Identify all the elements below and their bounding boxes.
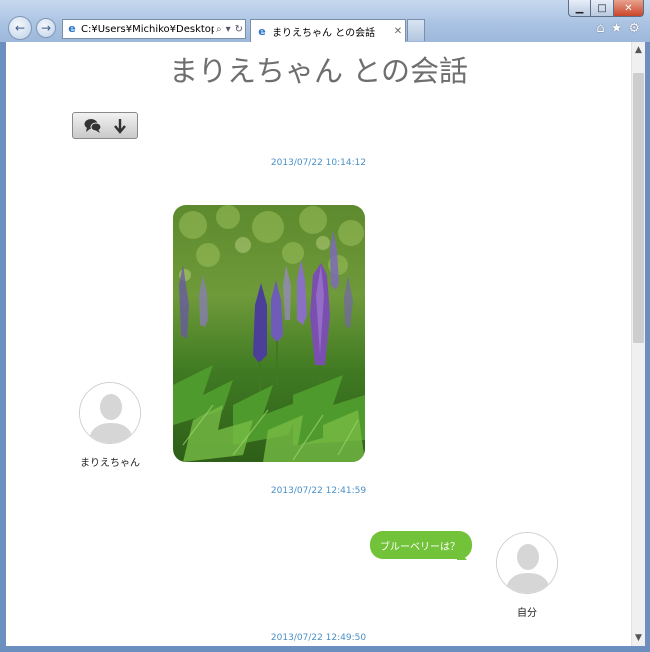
star-icon[interactable]: ★: [611, 21, 623, 36]
maximize-button[interactable]: □: [591, 0, 614, 17]
forward-button[interactable]: →: [36, 18, 56, 38]
message-timestamp: 2013/07/22 12:49:50: [270, 633, 367, 643]
tab-page-icon: e: [258, 24, 266, 38]
person-silhouette-icon: [80, 383, 140, 443]
vertical-scrollbar[interactable]: ▲ ▼: [631, 42, 645, 646]
chat-download-button[interactable]: [72, 112, 138, 139]
close-window-button[interactable]: ✕: [614, 0, 644, 17]
forward-arrow-icon: →: [40, 21, 52, 35]
back-arrow-icon: ←: [14, 21, 26, 35]
person-silhouette-icon: [497, 533, 557, 593]
window-controls: ▁ □ ✕: [568, 0, 644, 18]
home-icon[interactable]: ⌂: [596, 21, 604, 36]
toolbar-icons: ⌂ ★ ⚙: [596, 21, 640, 36]
tab-title: まりえちゃん との会話: [272, 27, 376, 39]
gear-icon[interactable]: ⚙: [628, 21, 640, 36]
page-viewport: まりえちゃん との会話 2013/07/22 10:14:12 まりえちゃん 2…: [6, 42, 631, 646]
search-icon[interactable]: ⌕: [214, 24, 224, 35]
contact-name: まりえちゃん: [80, 458, 140, 469]
dropdown-icon[interactable]: ▾: [224, 24, 233, 35]
speech-bubbles-icon: [84, 118, 102, 134]
minimize-button[interactable]: ▁: [568, 0, 591, 17]
lupine-flowers-photo: [173, 205, 365, 462]
tab-close-icon[interactable]: ✕: [391, 26, 405, 37]
scrollbar-thumb[interactable]: [633, 73, 644, 343]
refresh-icon[interactable]: ↻: [233, 24, 245, 35]
arrow-down-icon: [114, 118, 126, 134]
page-title: まりえちゃん との会話: [169, 54, 468, 88]
new-tab-button[interactable]: [407, 19, 425, 41]
address-bar[interactable]: e C:¥Users¥Michiko¥Desktop¥ ⌕ ▾ ↻: [62, 19, 246, 39]
message-timestamp: 2013/07/22 12:41:59: [270, 486, 367, 496]
sent-message-text: ブルーベリーは？: [380, 541, 460, 553]
page-icon: e: [68, 22, 76, 35]
self-name: 自分: [517, 608, 537, 619]
back-button[interactable]: ←: [8, 16, 32, 40]
scroll-down-icon[interactable]: ▼: [632, 630, 645, 646]
message-timestamp: 2013/07/22 10:14:12: [270, 158, 367, 168]
browser-chrome: ▁ □ ✕ ← → e C:¥Users¥Michiko¥Desktop¥ ⌕ …: [0, 0, 650, 42]
contact-avatar: [79, 382, 141, 444]
address-text[interactable]: C:¥Users¥Michiko¥Desktop¥: [81, 24, 214, 35]
browser-tab[interactable]: e まりえちゃん との会話 ✕: [250, 19, 406, 42]
photo-message[interactable]: [173, 205, 365, 462]
scroll-up-icon[interactable]: ▲: [632, 42, 645, 58]
self-avatar: [496, 532, 558, 594]
bubble-tail: [457, 549, 467, 560]
